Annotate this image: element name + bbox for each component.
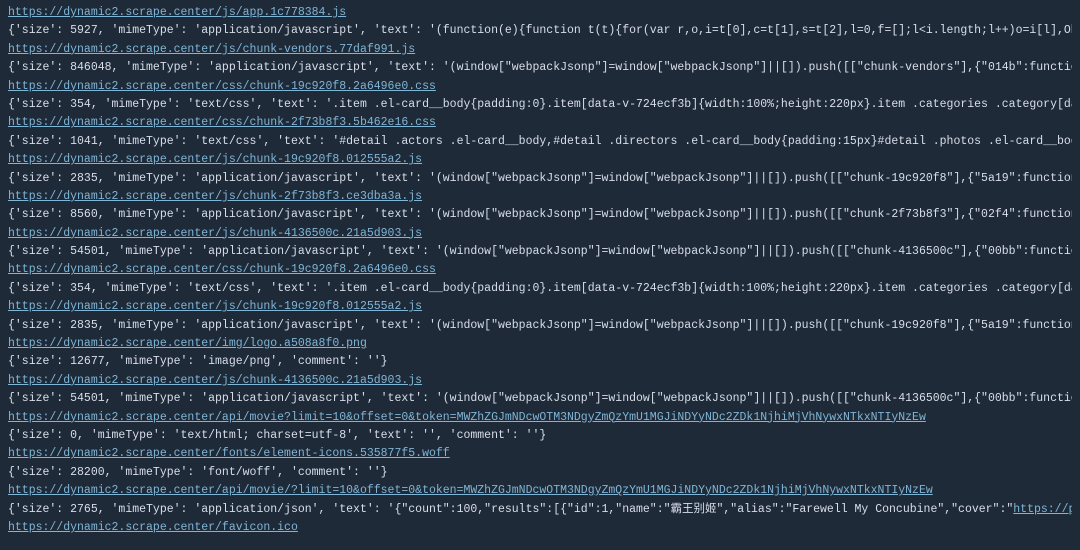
log-dict-line: {'size': 5927, 'mimeType': 'application/… <box>8 22 1072 40</box>
resource-url[interactable]: https://dynamic2.scrape.center/js/chunk-… <box>8 43 415 56</box>
resource-metadata: {'size': 28200, 'mimeType': 'font/woff',… <box>8 466 388 479</box>
log-dict-line: {'size': 354, 'mimeType': 'text/css', 't… <box>8 280 1072 298</box>
log-url-line: https://dynamic2.scrape.center/api/movie… <box>8 409 1072 427</box>
resource-url[interactable]: https://dynamic2.scrape.center/fonts/ele… <box>8 447 450 460</box>
resource-url[interactable]: https://dynamic2.scrape.center/favicon.i… <box>8 521 298 534</box>
resource-url[interactable]: https://dynamic2.scrape.center/img/logo.… <box>8 337 367 350</box>
resource-metadata: {'size': 54501, 'mimeType': 'application… <box>8 392 1072 405</box>
log-dict-line: {'size': 0, 'mimeType': 'text/html; char… <box>8 427 1072 445</box>
resource-url[interactable]: https://dynamic2.scrape.center/css/chunk… <box>8 116 436 129</box>
log-url-line: https://dynamic2.scrape.center/css/chunk… <box>8 261 1072 279</box>
resource-metadata: {'size': 354, 'mimeType': 'text/css', 't… <box>8 282 1072 295</box>
resource-metadata: {'size': 5927, 'mimeType': 'application/… <box>8 24 1072 37</box>
resource-url[interactable]: https://dynamic2.scrape.center/js/chunk-… <box>8 300 422 313</box>
resource-metadata: {'size': 1041, 'mimeType': 'text/css', '… <box>8 135 1072 148</box>
log-dict-line: {'size': 354, 'mimeType': 'text/css', 't… <box>8 96 1072 114</box>
log-url-line: https://dynamic2.scrape.center/fonts/ele… <box>8 445 1072 463</box>
log-dict-line: {'size': 28200, 'mimeType': 'font/woff',… <box>8 464 1072 482</box>
resource-url[interactable]: https://dynamic2.scrape.center/api/movie… <box>8 411 926 424</box>
log-url-line: https://dynamic2.scrape.center/js/chunk-… <box>8 298 1072 316</box>
log-dict-line: {'size': 54501, 'mimeType': 'application… <box>8 390 1072 408</box>
log-dict-line: {'size': 2835, 'mimeType': 'application/… <box>8 317 1072 335</box>
resource-url[interactable]: https://dynamic2.scrape.center/js/app.1c… <box>8 6 346 19</box>
log-url-line: https://dynamic2.scrape.center/js/chunk-… <box>8 188 1072 206</box>
resource-url[interactable]: https://dynamic2.scrape.center/js/chunk-… <box>8 190 422 203</box>
log-dict-line: {'size': 8560, 'mimeType': 'application/… <box>8 206 1072 224</box>
resource-metadata: {'size': 846048, 'mimeType': 'applicatio… <box>8 61 1072 74</box>
resource-url[interactable]: https://dynamic2.scrape.center/js/chunk-… <box>8 227 422 240</box>
resource-metadata: {'size': 2835, 'mimeType': 'application/… <box>8 319 1072 332</box>
log-url-line: https://dynamic2.scrape.center/js/chunk-… <box>8 225 1072 243</box>
resource-url[interactable]: https://dynamic2.scrape.center/api/movie… <box>8 484 933 497</box>
log-dict-line: {'size': 2835, 'mimeType': 'application/… <box>8 170 1072 188</box>
log-url-line: https://dynamic2.scrape.center/css/chunk… <box>8 114 1072 132</box>
resource-metadata: {'size': 54501, 'mimeType': 'application… <box>8 245 1072 258</box>
log-dict-line: {'size': 1041, 'mimeType': 'text/css', '… <box>8 133 1072 151</box>
log-url-line: https://dynamic2.scrape.center/img/logo.… <box>8 335 1072 353</box>
log-dict-line: {'size': 12677, 'mimeType': 'image/png',… <box>8 353 1072 371</box>
log-url-line: https://dynamic2.scrape.center/favicon.i… <box>8 519 1072 537</box>
resource-metadata: {'size': 2835, 'mimeType': 'application/… <box>8 172 1072 185</box>
log-url-line: https://dynamic2.scrape.center/js/chunk-… <box>8 41 1072 59</box>
resource-metadata: {'size': 8560, 'mimeType': 'application/… <box>8 208 1072 221</box>
resource-metadata: {'size': 2765, 'mimeType': 'application/… <box>8 503 1013 516</box>
log-dict-line: {'size': 2765, 'mimeType': 'application/… <box>8 501 1072 519</box>
log-url-line: https://dynamic2.scrape.center/js/chunk-… <box>8 372 1072 390</box>
log-url-line: https://dynamic2.scrape.center/js/app.1c… <box>8 4 1072 22</box>
network-log: https://dynamic2.scrape.center/js/app.1c… <box>8 4 1072 537</box>
log-dict-line: {'size': 54501, 'mimeType': 'application… <box>8 243 1072 261</box>
log-url-line: https://dynamic2.scrape.center/css/chunk… <box>8 78 1072 96</box>
log-url-line: https://dynamic2.scrape.center/js/chunk-… <box>8 151 1072 169</box>
embedded-url[interactable]: https://p0.meituan.net/movie/ce4d <box>1013 503 1072 516</box>
resource-url[interactable]: https://dynamic2.scrape.center/css/chunk… <box>8 80 436 93</box>
resource-metadata: {'size': 0, 'mimeType': 'text/html; char… <box>8 429 546 442</box>
resource-url[interactable]: https://dynamic2.scrape.center/js/chunk-… <box>8 153 422 166</box>
resource-metadata: {'size': 354, 'mimeType': 'text/css', 't… <box>8 98 1072 111</box>
resource-url[interactable]: https://dynamic2.scrape.center/js/chunk-… <box>8 374 422 387</box>
log-dict-line: {'size': 846048, 'mimeType': 'applicatio… <box>8 59 1072 77</box>
log-url-line: https://dynamic2.scrape.center/api/movie… <box>8 482 1072 500</box>
resource-url[interactable]: https://dynamic2.scrape.center/css/chunk… <box>8 263 436 276</box>
resource-metadata: {'size': 12677, 'mimeType': 'image/png',… <box>8 355 388 368</box>
